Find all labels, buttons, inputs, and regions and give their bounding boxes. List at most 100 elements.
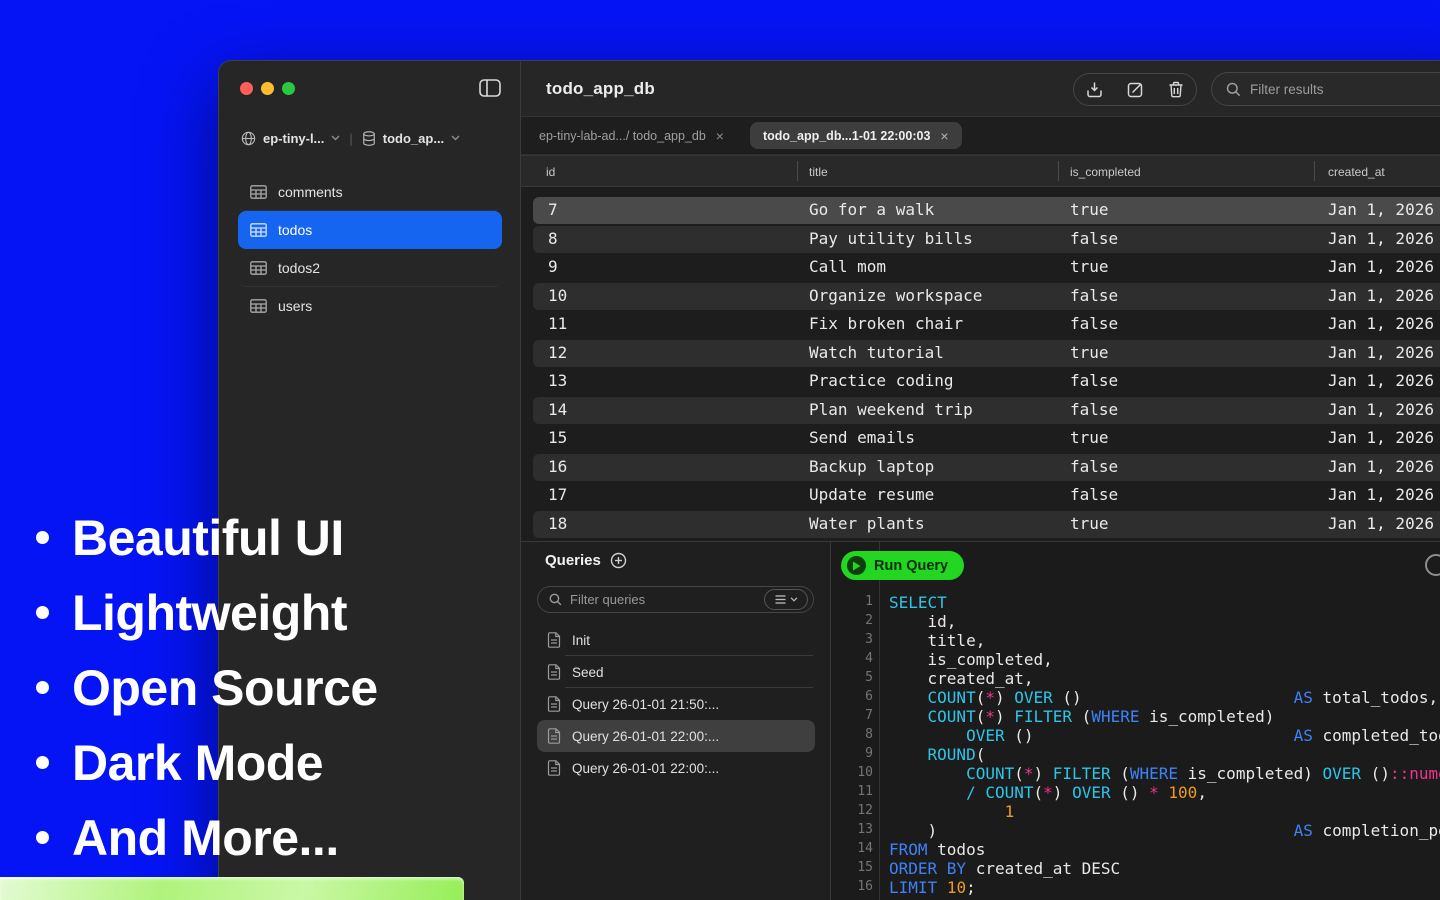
cell-id: 13 bbox=[548, 371, 567, 390]
tab-bar: ep-tiny-lab-ad.../ todo_app_db × todo_ap… bbox=[521, 117, 1440, 155]
zoom-window-button[interactable] bbox=[282, 82, 295, 95]
column-header-created-at[interactable]: created_at bbox=[1328, 156, 1385, 188]
add-query-icon[interactable] bbox=[610, 552, 627, 569]
globe-icon bbox=[241, 131, 256, 146]
table-row[interactable]: 7Go for a walktrueJan 1, 2026 bbox=[533, 197, 1440, 224]
query-item[interactable]: Seed bbox=[537, 656, 815, 688]
close-icon[interactable]: × bbox=[940, 128, 948, 144]
column-divider[interactable] bbox=[1314, 161, 1315, 181]
document-icon bbox=[547, 760, 561, 776]
code-text: COUNT(*) FILTER (WHERE is_completed) OVE… bbox=[889, 764, 1440, 783]
table-row[interactable]: 16Backup laptopfalseJan 1, 2026 bbox=[533, 454, 1440, 481]
cell-is-completed: false bbox=[1070, 371, 1118, 390]
query-item-label: Seed bbox=[572, 665, 604, 680]
filter-results-input[interactable] bbox=[1250, 82, 1440, 97]
line-number: 4 bbox=[831, 651, 873, 666]
queries-panel: Queries InitSeedQuery 26-01-01 21:50 bbox=[521, 541, 831, 900]
cell-is-completed: true bbox=[1070, 428, 1109, 447]
code-line: 10 COUNT(*) FILTER (WHERE is_completed) … bbox=[831, 764, 1440, 783]
code-text: COUNT(*) OVER () AS total_todos, bbox=[889, 688, 1438, 707]
query-item[interactable]: Query 26-01-01 22:00:... bbox=[537, 752, 815, 784]
table-icon bbox=[250, 223, 267, 237]
sidebar-item-todos2[interactable]: todos2 bbox=[238, 249, 502, 287]
code-line: 15ORDER BY created_at DESC bbox=[831, 859, 1440, 878]
edge-clipped-icon[interactable] bbox=[1425, 554, 1440, 576]
cell-title: Water plants bbox=[809, 514, 925, 533]
table-row[interactable]: 13Practice codingfalseJan 1, 2026 bbox=[533, 368, 1440, 395]
trash-icon[interactable] bbox=[1168, 81, 1184, 98]
connection-dropdown[interactable]: ep-tiny-l... bbox=[263, 131, 324, 146]
line-number: 12 bbox=[831, 803, 873, 818]
code-line: 14FROM todos bbox=[831, 840, 1440, 859]
cell-title: Send emails bbox=[809, 428, 915, 447]
document-icon bbox=[547, 664, 561, 680]
document-icon bbox=[547, 632, 561, 648]
column-divider[interactable] bbox=[1058, 161, 1059, 181]
minimize-window-button[interactable] bbox=[261, 82, 274, 95]
query-item[interactable]: Init bbox=[537, 624, 815, 656]
results-filter bbox=[1211, 72, 1440, 106]
line-number: 10 bbox=[831, 765, 873, 780]
cell-id: 8 bbox=[548, 229, 558, 248]
close-window-button[interactable] bbox=[240, 82, 253, 95]
filter-queries-input[interactable] bbox=[570, 592, 756, 607]
close-icon[interactable]: × bbox=[716, 128, 724, 144]
sql-editor[interactable]: Run Query 1SELECT2 id,3 title,4 is_compl… bbox=[831, 541, 1440, 900]
column-header-title[interactable]: title bbox=[809, 156, 828, 188]
edit-icon[interactable] bbox=[1127, 81, 1144, 98]
connection-selector: ep-tiny-l... | todo_ap... bbox=[241, 126, 460, 150]
page-title: todo_app_db bbox=[546, 61, 655, 117]
chevron-down-icon[interactable] bbox=[451, 135, 460, 141]
table-icon bbox=[250, 185, 267, 199]
cell-is-completed: false bbox=[1070, 485, 1118, 504]
sort-filter-button[interactable] bbox=[764, 589, 808, 610]
database-dropdown[interactable]: todo_ap... bbox=[383, 131, 444, 146]
sidebar-item-users[interactable]: users bbox=[238, 287, 502, 325]
bullet-dot bbox=[36, 756, 49, 769]
code-text: / COUNT(*) OVER () * 100, bbox=[889, 783, 1207, 802]
cell-id: 17 bbox=[548, 485, 567, 504]
table-row[interactable]: 10Organize workspacefalseJan 1, 2026 bbox=[533, 283, 1440, 310]
query-item[interactable]: Query 26-01-01 21:50:... bbox=[537, 688, 815, 720]
query-item[interactable]: Query 26-01-01 22:00:... bbox=[537, 720, 815, 752]
table-row[interactable]: 11Fix broken chairfalseJan 1, 2026 bbox=[533, 311, 1440, 338]
cell-created-at: Jan 1, 2026 bbox=[1328, 286, 1434, 305]
table-row[interactable]: 8Pay utility billsfalseJan 1, 2026 bbox=[533, 226, 1440, 253]
line-number: 13 bbox=[831, 822, 873, 837]
column-header-id[interactable]: id bbox=[546, 156, 555, 188]
search-icon bbox=[549, 593, 562, 606]
queries-filter bbox=[537, 586, 814, 613]
sidebar-toggle-icon[interactable] bbox=[479, 79, 501, 97]
query-item-label: Query 26-01-01 21:50:... bbox=[572, 697, 719, 712]
table-row[interactable]: 18Water plantstrueJan 1, 2026 bbox=[533, 511, 1440, 538]
cell-title: Organize workspace bbox=[809, 286, 982, 305]
code-line: 7 COUNT(*) FILTER (WHERE is_completed) bbox=[831, 707, 1440, 726]
chevron-down-icon[interactable] bbox=[331, 135, 340, 141]
table-row[interactable]: 14Plan weekend tripfalseJan 1, 2026 bbox=[533, 397, 1440, 424]
feature-bullet: Dark Mode bbox=[36, 725, 378, 800]
code-area[interactable]: 1SELECT2 id,3 title,4 is_completed,5 cre… bbox=[831, 593, 1440, 897]
column-header-is-completed[interactable]: is_completed bbox=[1070, 156, 1141, 188]
cell-is-completed: false bbox=[1070, 229, 1118, 248]
code-text: OVER () AS completed_todos, bbox=[889, 726, 1440, 745]
export-icon[interactable] bbox=[1086, 81, 1103, 98]
table-row[interactable]: 15Send emailstrueJan 1, 2026 bbox=[533, 425, 1440, 452]
column-divider[interactable] bbox=[797, 161, 798, 181]
line-number: 2 bbox=[831, 613, 873, 628]
table-row[interactable]: 9Call momtrueJan 1, 2026 bbox=[533, 254, 1440, 281]
sidebar-item-comments[interactable]: comments bbox=[238, 173, 502, 211]
code-text: COUNT(*) FILTER (WHERE is_completed) bbox=[889, 707, 1274, 726]
sidebar-item-label: todos2 bbox=[278, 260, 320, 276]
table-row[interactable]: 17Update resumefalseJan 1, 2026 bbox=[533, 482, 1440, 509]
code-text: LIMIT 10; bbox=[889, 878, 976, 897]
cell-is-completed: false bbox=[1070, 286, 1118, 305]
run-query-button[interactable]: Run Query bbox=[841, 551, 964, 580]
line-number: 3 bbox=[831, 632, 873, 647]
tab-table-view[interactable]: ep-tiny-lab-ad.../ todo_app_db × bbox=[539, 128, 724, 144]
cell-created-at: Jan 1, 2026 bbox=[1328, 485, 1434, 504]
bullet-dot bbox=[36, 681, 49, 694]
tab-query-result[interactable]: todo_app_db...1-01 22:00:03 × bbox=[750, 122, 962, 149]
sidebar-item-todos[interactable]: todos bbox=[238, 211, 502, 249]
toolbar bbox=[1073, 73, 1197, 106]
table-row[interactable]: 12Watch tutorialtrueJan 1, 2026 bbox=[533, 340, 1440, 367]
